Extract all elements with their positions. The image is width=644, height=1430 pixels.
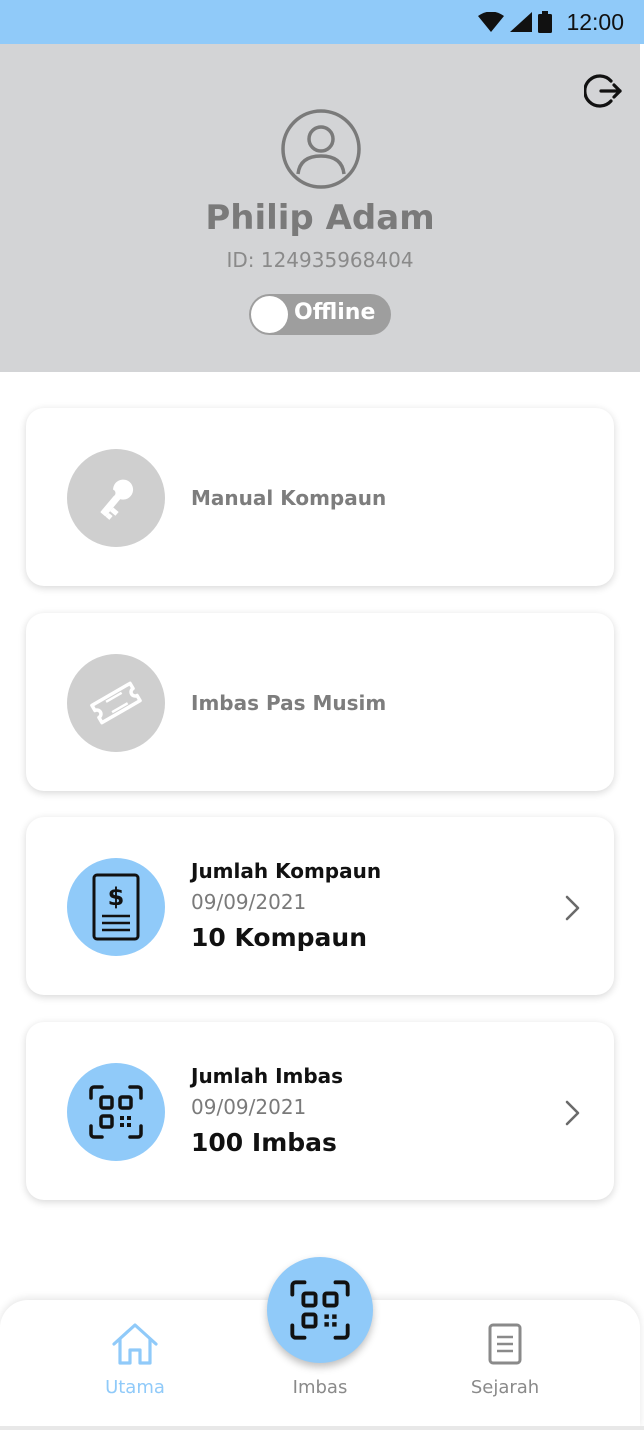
ticket-icon (90, 681, 142, 725)
qr-code-icon (89, 1085, 143, 1139)
home-screen: 12:00 Philip Adam ID: 124935968404 Offli… (0, 0, 644, 1430)
jumlah-kompaun-card[interactable]: $ Jumlah Kompaun 09/09/2021 10 Kompaun (26, 817, 614, 995)
qr-scan-icon (290, 1280, 350, 1340)
toggle-knob (251, 296, 288, 333)
jumlah-imbas-icon-circle (67, 1063, 165, 1161)
signal-icon (510, 12, 533, 32)
jumlah-imbas-card[interactable]: Jumlah Imbas 09/09/2021 100 Imbas (26, 1022, 614, 1200)
home-icon (112, 1323, 158, 1365)
manual-kompaun-card[interactable]: Manual Kompaun (26, 408, 614, 586)
imbas-pas-musim-card[interactable]: Imbas Pas Musim (26, 613, 614, 791)
jumlah-kompaun-value: 10 Kompaun (191, 923, 368, 952)
imbas-pas-musim-icon-circle (67, 654, 165, 752)
battery-icon (538, 11, 553, 33)
status-bar: 12:00 (0, 0, 644, 44)
system-nav-strip (0, 1426, 644, 1430)
scan-fab-button[interactable] (267, 1257, 373, 1363)
nav-item-sejarah[interactable]: Sejarah (425, 1300, 585, 1428)
jumlah-kompaun-icon-circle: $ (67, 858, 165, 956)
jumlah-imbas-value: 100 Imbas (191, 1128, 337, 1157)
user-icon (281, 109, 361, 189)
nav-label-imbas: Imbas (292, 1377, 348, 1398)
jumlah-imbas-date: 09/09/2021 (191, 1095, 307, 1119)
receipt-icon: $ (92, 873, 140, 941)
chevron-right-icon[interactable] (560, 893, 584, 923)
imbas-pas-musim-label: Imbas Pas Musim (191, 691, 387, 715)
status-label: Offline (294, 300, 376, 325)
key-icon (100, 479, 134, 520)
svg-text:$: $ (108, 883, 125, 911)
jumlah-imbas-title: Jumlah Imbas (191, 1064, 344, 1088)
manual-kompaun-label: Manual Kompaun (191, 486, 387, 510)
nav-label-utama: Utama (105, 1377, 165, 1398)
online-status-toggle[interactable]: Offline (249, 294, 391, 335)
profile-id: ID: 124935968404 (226, 248, 414, 272)
jumlah-kompaun-title: Jumlah Kompaun (191, 859, 382, 883)
status-time: 12:00 (566, 8, 624, 35)
wifi-icon (478, 12, 505, 32)
jumlah-kompaun-date: 09/09/2021 (191, 890, 307, 914)
manual-kompaun-icon-circle (67, 449, 165, 547)
profile-name: Philip Adam (205, 198, 435, 238)
profile-header: Philip Adam ID: 124935968404 Offline (0, 44, 640, 372)
logout-icon[interactable] (584, 70, 626, 112)
chevron-right-icon[interactable] (560, 1098, 584, 1128)
nav-label-sejarah: Sejarah (470, 1377, 540, 1398)
nav-item-utama[interactable]: Utama (55, 1300, 215, 1428)
document-icon (488, 1323, 522, 1365)
